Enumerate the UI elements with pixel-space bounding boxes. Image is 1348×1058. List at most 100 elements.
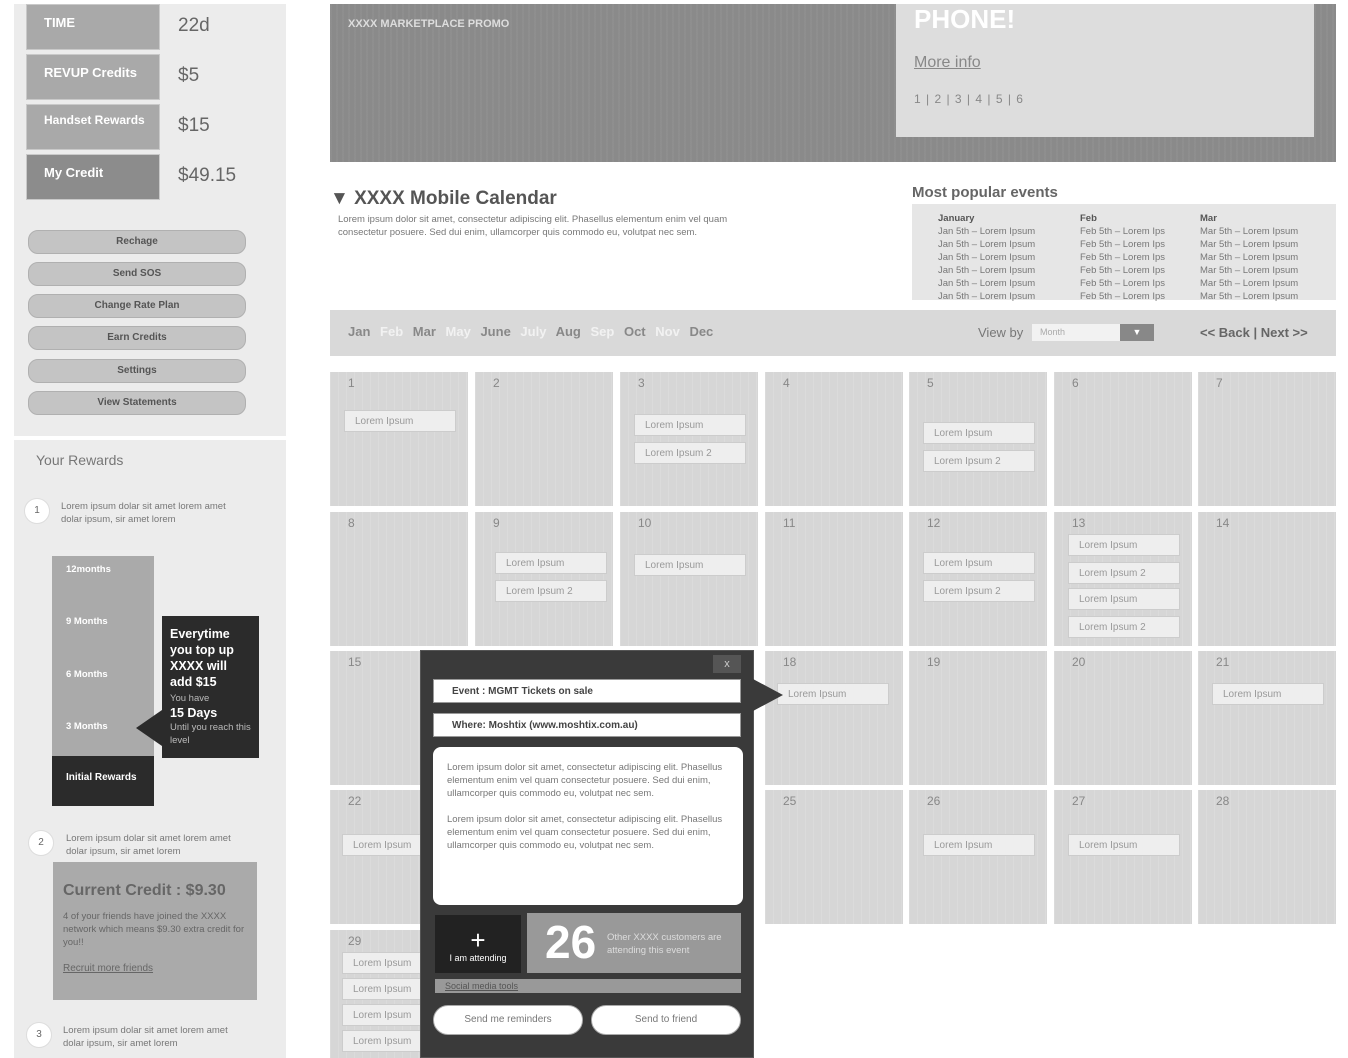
- event-pill[interactable]: Lorem Ipsum: [344, 410, 456, 432]
- close-icon[interactable]: x: [713, 655, 741, 673]
- promo-banner[interactable]: XXXX MARKETPLACE PROMO PHONE! More info …: [330, 4, 1336, 162]
- popular-event[interactable]: Feb 5th – Lorem Ips: [1080, 239, 1165, 250]
- day-cell[interactable]: 4: [765, 372, 903, 506]
- dropdown-arrow-icon[interactable]: ▼: [1120, 324, 1154, 341]
- send-to-friend-button[interactable]: Send to friend: [591, 1005, 741, 1035]
- view-statements-button[interactable]: View Statements: [28, 391, 246, 415]
- day-cell[interactable]: 1 Lorem Ipsum: [330, 372, 468, 506]
- popular-event[interactable]: Jan 5th – Lorem Ipsum: [938, 278, 1035, 289]
- banner-title: XXXX MARKETPLACE PROMO: [348, 18, 510, 30]
- popular-event[interactable]: Feb 5th – Lorem Ips: [1080, 291, 1165, 302]
- day-cell[interactable]: 20: [1054, 651, 1192, 785]
- day-cell[interactable]: 14: [1198, 512, 1336, 646]
- attending-button[interactable]: + I am attending: [435, 915, 521, 973]
- month-tab-sep[interactable]: Sep: [590, 324, 614, 339]
- time-row: TIME 22d: [26, 4, 276, 50]
- event-pill[interactable]: Lorem Ipsum: [495, 552, 607, 574]
- event-pill[interactable]: Lorem Ipsum 2: [1068, 562, 1180, 584]
- popular-event[interactable]: Feb 5th – Lorem Ips: [1080, 278, 1165, 289]
- step-3-text: Lorem ipsum dolar sit amet lorem amet do…: [63, 1025, 228, 1049]
- attendee-count: 26: [545, 916, 597, 968]
- day-cell[interactable]: 26 Lorem Ipsum: [909, 790, 1047, 924]
- popular-event[interactable]: Feb 5th – Lorem Ips: [1080, 265, 1165, 276]
- recharge-button[interactable]: Rechage: [28, 230, 246, 254]
- view-by-select[interactable]: Month: [1032, 324, 1120, 341]
- social-media-tools-link[interactable]: Social media tools: [435, 979, 741, 993]
- event-pill[interactable]: Lorem Ipsum 2: [634, 442, 746, 464]
- day-cell[interactable]: 12 Lorem Ipsum Lorem Ipsum 2: [909, 512, 1047, 646]
- day-cell[interactable]: 13 Lorem Ipsum Lorem Ipsum 2 Lorem Ipsum…: [1054, 512, 1192, 646]
- popular-jan-heading: January: [938, 213, 975, 224]
- popular-event[interactable]: Jan 5th – Lorem Ipsum: [938, 239, 1035, 250]
- month-tab-nov[interactable]: Nov: [655, 324, 680, 339]
- day-cell[interactable]: 9 Lorem Ipsum Lorem Ipsum 2: [475, 512, 613, 646]
- more-info-link[interactable]: More info: [914, 54, 981, 72]
- popular-event[interactable]: Jan 5th – Lorem Ipsum: [938, 265, 1035, 276]
- event-pill[interactable]: Lorem Ipsum: [1068, 834, 1180, 856]
- event-pill[interactable]: Lorem Ipsum: [923, 834, 1035, 856]
- earn-credits-button[interactable]: Earn Credits: [28, 326, 246, 350]
- event-popup: x Event : MGMT Tickets on sale Where: Mo…: [420, 650, 783, 1058]
- popular-event[interactable]: Feb 5th – Lorem Ips: [1080, 226, 1165, 237]
- change-rate-plan-button[interactable]: Change Rate Plan: [28, 294, 246, 318]
- day-cell[interactable]: 10 Lorem Ipsum: [620, 512, 758, 646]
- popular-event[interactable]: Mar 5th – Lorem Ipsum: [1200, 278, 1298, 289]
- day-cell[interactable]: 25: [765, 790, 903, 924]
- popular-event[interactable]: Mar 5th – Lorem Ipsum: [1200, 252, 1298, 263]
- popular-event[interactable]: Mar 5th – Lorem Ipsum: [1200, 239, 1298, 250]
- day-cell[interactable]: 21 Lorem Ipsum: [1198, 651, 1336, 785]
- send-sos-button[interactable]: Send SOS: [28, 262, 246, 286]
- event-pill[interactable]: Lorem Ipsum: [923, 552, 1035, 574]
- popular-event[interactable]: Feb 5th – Lorem Ips: [1080, 252, 1165, 263]
- popular-event[interactable]: Mar 5th – Lorem Ipsum: [1200, 291, 1298, 302]
- day-cell[interactable]: 18 Lorem Ipsum: [765, 651, 903, 785]
- day-cell[interactable]: 19: [909, 651, 1047, 785]
- settings-button[interactable]: Settings: [28, 359, 246, 383]
- recruit-friends-link[interactable]: Recruit more friends: [63, 963, 247, 974]
- day-cell[interactable]: 6: [1054, 372, 1192, 506]
- event-pill[interactable]: Lorem Ipsum 2: [923, 450, 1035, 472]
- event-pill[interactable]: Lorem Ipsum 2: [495, 580, 607, 602]
- month-tab-june[interactable]: June: [480, 324, 510, 339]
- event-pill[interactable]: Lorem Ipsum: [1212, 683, 1324, 705]
- day-cell[interactable]: 5 Lorem Ipsum Lorem Ipsum 2: [909, 372, 1047, 506]
- popular-event[interactable]: Jan 5th – Lorem Ipsum: [938, 252, 1035, 263]
- event-pill[interactable]: Lorem Ipsum: [1068, 588, 1180, 610]
- day-cell[interactable]: 3 Lorem Ipsum Lorem Ipsum 2: [620, 372, 758, 506]
- popular-event[interactable]: Mar 5th – Lorem Ipsum: [1200, 265, 1298, 276]
- day-cell[interactable]: 8: [330, 512, 468, 646]
- month-tab-jan[interactable]: Jan: [348, 324, 370, 339]
- event-pill[interactable]: Lorem Ipsum: [634, 554, 746, 576]
- month-tab-aug[interactable]: Aug: [556, 324, 581, 339]
- event-pill[interactable]: Lorem Ipsum: [777, 683, 889, 705]
- event-pill[interactable]: Lorem Ipsum: [923, 422, 1035, 444]
- month-tab-july[interactable]: July: [520, 324, 546, 339]
- day-cell[interactable]: 27 Lorem Ipsum: [1054, 790, 1192, 924]
- promo-heading: PHONE!: [914, 4, 1016, 34]
- account-panel: TIME 22d REVUP Credits $5 Handset Reward…: [14, 4, 286, 436]
- day-cell[interactable]: 2: [475, 372, 613, 506]
- day-cell[interactable]: 11: [765, 512, 903, 646]
- month-tab-may[interactable]: May: [446, 324, 471, 339]
- popular-event[interactable]: Mar 5th – Lorem Ipsum: [1200, 226, 1298, 237]
- promo-pagination[interactable]: 1 | 2 | 3 | 4 | 5 | 6: [914, 92, 1024, 106]
- day-cell[interactable]: 7: [1198, 372, 1336, 506]
- credit-value: $49.15: [178, 165, 237, 186]
- back-next-navigation[interactable]: << Back | Next >>: [1200, 325, 1308, 340]
- month-tab-oct[interactable]: Oct: [624, 324, 646, 339]
- event-pill[interactable]: Lorem Ipsum: [634, 414, 746, 436]
- event-pill[interactable]: Lorem Ipsum: [1068, 534, 1180, 556]
- month-tabs: Jan Feb Mar May June July Aug Sep Oct No…: [348, 324, 719, 339]
- calendar-title[interactable]: ▼ XXXX Mobile Calendar: [330, 188, 557, 210]
- day-cell[interactable]: 28: [1198, 790, 1336, 924]
- popular-event[interactable]: Jan 5th – Lorem Ipsum: [938, 291, 1035, 302]
- popular-event[interactable]: Jan 5th – Lorem Ipsum: [938, 226, 1035, 237]
- month-tab-dec[interactable]: Dec: [689, 324, 713, 339]
- event-pill[interactable]: Lorem Ipsum 2: [1068, 616, 1180, 638]
- month-tab-mar[interactable]: Mar: [413, 324, 436, 339]
- revup-row: REVUP Credits $5: [26, 54, 276, 100]
- month-tab-feb[interactable]: Feb: [380, 324, 403, 339]
- event-pill[interactable]: Lorem Ipsum 2: [923, 580, 1035, 602]
- calendar-description: Lorem ipsum dolor sit amet, consectetur …: [338, 214, 728, 238]
- send-reminders-button[interactable]: Send me reminders: [433, 1005, 583, 1035]
